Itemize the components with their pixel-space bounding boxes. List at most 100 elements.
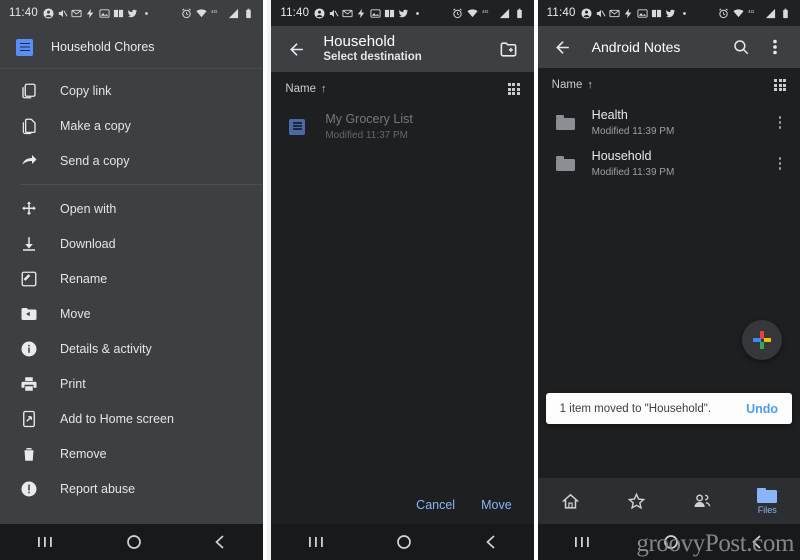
recents-icon[interactable] — [307, 534, 325, 550]
photos-icon — [637, 8, 648, 19]
grid-view-icon[interactable] — [507, 83, 520, 95]
back-arrow-icon[interactable] — [283, 36, 309, 62]
search-icon[interactable] — [728, 34, 754, 60]
menu-item-label: Open with — [60, 201, 117, 216]
phone-panel-drive-menu: 11:40 4G Household Chores Copy link Make… — [0, 0, 264, 560]
sort-by-name-button[interactable]: Name ↑ — [552, 79, 593, 91]
flash-icon — [356, 8, 367, 19]
table-row[interactable]: Household Modified 11:39 PM — [538, 143, 800, 184]
battery-icon — [514, 8, 525, 19]
rename-icon — [20, 270, 38, 288]
list-item-title: My Grocery List — [325, 112, 413, 127]
phone-panel-android-notes: 11:40 4G Android Notes Name ↑ Health Mod… — [537, 0, 800, 560]
tab-home[interactable] — [538, 478, 604, 524]
more-vert-icon[interactable] — [772, 116, 788, 129]
menu-item-print[interactable]: Print — [0, 366, 263, 401]
sort-arrow-icon: ↑ — [587, 79, 593, 91]
create-new-fab[interactable] — [742, 320, 783, 360]
list-item-text: My Grocery List Modified 11:37 PM — [325, 112, 521, 141]
android-system-nav — [271, 524, 534, 560]
menu-item-label: Print — [60, 376, 86, 391]
notes-appbar: Android Notes — [537, 26, 800, 68]
phone-panel-move-picker: 11:40 4G Household Select destination Na… — [271, 0, 534, 560]
tab-starred[interactable] — [603, 478, 669, 524]
copy-link-icon — [20, 82, 38, 100]
sort-by-name-button[interactable]: Name ↑ — [285, 83, 326, 95]
recents-icon[interactable] — [573, 534, 591, 550]
tab-shared[interactable] — [669, 478, 735, 524]
svg-text:4G: 4G — [211, 9, 218, 15]
signal-icon — [765, 8, 776, 19]
signal-icon — [499, 8, 510, 19]
move-button[interactable]: Move — [481, 498, 512, 512]
menu-item-label: Add to Home screen — [60, 411, 174, 426]
menu-item-label: Make a copy — [60, 118, 131, 133]
tab-files[interactable]: Files — [734, 478, 800, 524]
table-row[interactable]: Health Modified 11:39 PM — [538, 102, 800, 143]
sort-row: Name ↑ — [271, 72, 533, 106]
report-abuse-icon — [20, 480, 38, 498]
move-icon — [20, 305, 38, 323]
more-vert-icon[interactable] — [762, 34, 788, 60]
recents-icon[interactable] — [36, 534, 54, 550]
android-system-nav — [0, 524, 264, 560]
status-bar-right-icons: 4G — [452, 8, 525, 19]
list-item-subtitle: Modified 11:37 PM — [325, 129, 408, 141]
move-dialog-actions: Cancel Move — [271, 486, 533, 524]
menu-item-send-a-copy[interactable]: Send a copy — [0, 143, 263, 178]
new-folder-icon[interactable] — [496, 36, 522, 62]
mute-icon — [595, 8, 606, 19]
alarm-icon — [181, 8, 192, 19]
menu-item-rename[interactable]: Rename — [0, 261, 263, 296]
folder-icon — [555, 115, 576, 130]
menu-item-download[interactable]: Download — [0, 226, 263, 261]
back-chevron-icon[interactable] — [213, 534, 227, 550]
dot-icon — [412, 8, 423, 19]
make-a-copy-icon — [20, 117, 38, 135]
send-a-copy-icon — [20, 152, 38, 170]
wifi-icon — [733, 8, 744, 19]
menu-item-open-with[interactable]: Open with — [0, 191, 263, 226]
menu-item-remove[interactable]: Remove — [0, 436, 263, 471]
menu-item-label: Copy link — [60, 83, 112, 98]
account-icon — [43, 7, 54, 19]
mail-icon — [609, 8, 620, 19]
menu-item-report-abuse[interactable]: Report abuse — [0, 471, 263, 506]
back-chevron-icon[interactable] — [484, 534, 498, 550]
menu-item-move[interactable]: Move — [0, 296, 263, 331]
context-menu-file-title: Household Chores — [51, 40, 155, 54]
back-chevron-icon[interactable] — [750, 534, 764, 550]
list-item-text: Household Modified 11:39 PM — [592, 149, 756, 178]
list-item-title: Health — [591, 108, 628, 123]
cancel-button[interactable]: Cancel — [416, 498, 455, 512]
book-icon — [384, 8, 395, 19]
status-bar-left-icons — [314, 7, 423, 19]
home-circle-icon[interactable] — [663, 534, 679, 550]
screenshot-stage: 11:40 4G Household Chores Copy link Make… — [0, 0, 800, 560]
status-bar: 11:40 4G — [537, 0, 800, 26]
menu-item-details-activity[interactable]: Details & activity — [0, 331, 263, 366]
google-docs-icon — [289, 118, 309, 135]
alarm-icon — [718, 8, 729, 19]
add-to-home-screen-icon — [20, 410, 38, 428]
grid-view-icon[interactable] — [774, 79, 787, 91]
undo-button[interactable]: Undo — [746, 402, 778, 416]
home-circle-icon[interactable] — [396, 534, 412, 550]
account-icon — [314, 7, 325, 19]
flash-icon — [85, 8, 96, 19]
context-menu-list: Copy link Make a copy Send a copy Open w… — [0, 69, 264, 524]
menu-item-make-a-copy[interactable]: Make a copy — [0, 108, 263, 143]
android-system-nav — [537, 524, 800, 560]
panel-gap-1 — [263, 0, 268, 560]
back-arrow-icon[interactable] — [550, 34, 576, 60]
menu-item-copy-link[interactable]: Copy link — [0, 73, 263, 108]
status-bar-time: 11:40 — [9, 7, 38, 19]
home-circle-icon[interactable] — [126, 534, 142, 550]
menu-item-label: Report abuse — [60, 481, 136, 496]
more-vert-icon[interactable] — [772, 157, 788, 170]
status-bar-right-icons: 4G — [718, 8, 791, 19]
sort-label: Name — [551, 79, 583, 91]
list-item[interactable]: My Grocery List Modified 11:37 PM — [271, 106, 533, 147]
menu-item-add-to-home-screen[interactable]: Add to Home screen — [0, 401, 263, 436]
signal-icon — [228, 8, 239, 19]
